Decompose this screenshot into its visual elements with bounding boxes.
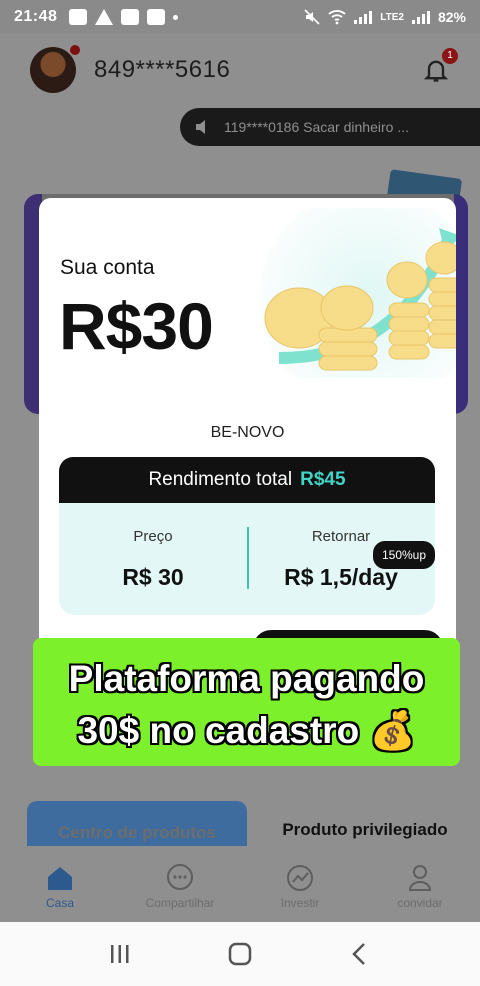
account-card: Sua conta R$30 BE-NOVO Rendimento total … [39, 198, 456, 658]
avatar[interactable] [30, 45, 80, 93]
invest-icon [287, 865, 313, 891]
nav-invest-label: Investir [280, 896, 320, 910]
marquee-text: 119****0186 Sacar dinheiro ... [224, 119, 409, 135]
more-notifications-icon [173, 14, 179, 20]
back-icon[interactable] [347, 941, 373, 967]
nav-share-label: Compartilhar [145, 896, 215, 910]
nav-share[interactable]: Compartilhar [120, 846, 240, 922]
home-button-icon[interactable] [227, 941, 253, 967]
message-icon [121, 9, 140, 25]
nav-invite[interactable]: convidar [360, 846, 480, 922]
promo-caption-banner: Plataforma pagando 30$ no cadastro 💰 [33, 638, 460, 766]
nav-home[interactable]: Casa [0, 846, 120, 922]
signal-icon [354, 10, 373, 24]
home-icon [48, 867, 72, 890]
nav-invest[interactable]: Investir [240, 846, 360, 922]
account-label: Sua conta [60, 256, 155, 279]
total-yield-bar: Rendimento total R$45 [59, 457, 435, 503]
network-label: LTE2 [380, 11, 404, 23]
tab-privileged-product[interactable]: Produto privilegiado [260, 820, 470, 840]
nav-home-label: Casa [45, 896, 74, 910]
mute-icon [304, 9, 320, 25]
plan-name: BE-NOVO [210, 424, 285, 441]
system-navigation-bar [0, 922, 480, 986]
nav-invite-label: convidar [397, 896, 443, 910]
account-balance: R$30 [59, 289, 214, 363]
invite-icon [408, 865, 432, 891]
recent-apps-icon[interactable] [107, 941, 133, 967]
announcement-marquee[interactable]: 119****0186 Sacar dinheiro ... [180, 108, 480, 146]
news-icon [147, 9, 166, 25]
price-value: R$ 30 [122, 564, 184, 590]
battery-level: 82% [437, 9, 466, 25]
status-bar: 21:48 LTE2 82% [0, 0, 480, 34]
notification-badge: 1 [442, 48, 458, 64]
total-yield-label: Rendimento total [148, 469, 293, 490]
return-percent-badge: 150%up [373, 541, 435, 569]
status-time: 21:48 [14, 8, 58, 25]
user-phone: 849****5616 [94, 56, 231, 83]
top-header: 849****5616 1 [0, 34, 480, 106]
signal-2-icon [411, 10, 430, 24]
coins-illustration [259, 208, 456, 378]
return-column: Retornar R$ 1,5/day 150%up [247, 503, 435, 615]
bottom-navigation: Casa Compartilhar Investir convidar [0, 846, 480, 922]
status-dot [70, 45, 80, 55]
promo-line-2: 30$ no cadastro 💰 [77, 710, 416, 751]
price-label: Preço [133, 528, 173, 545]
app-notification-icon [69, 9, 88, 25]
share-icon [167, 864, 193, 890]
notification-bell-button[interactable]: 1 [422, 48, 458, 84]
wifi-icon [328, 10, 346, 25]
plan-info-panel: Preço R$ 30 Retornar R$ 1,5/day 150%up [59, 503, 435, 615]
speaker-icon [196, 120, 205, 134]
warning-icon [95, 9, 114, 25]
price-column: Preço R$ 30 [59, 503, 247, 615]
total-yield-value: R$45 [300, 469, 346, 490]
promo-line-1: Plataforma pagando [68, 658, 425, 699]
